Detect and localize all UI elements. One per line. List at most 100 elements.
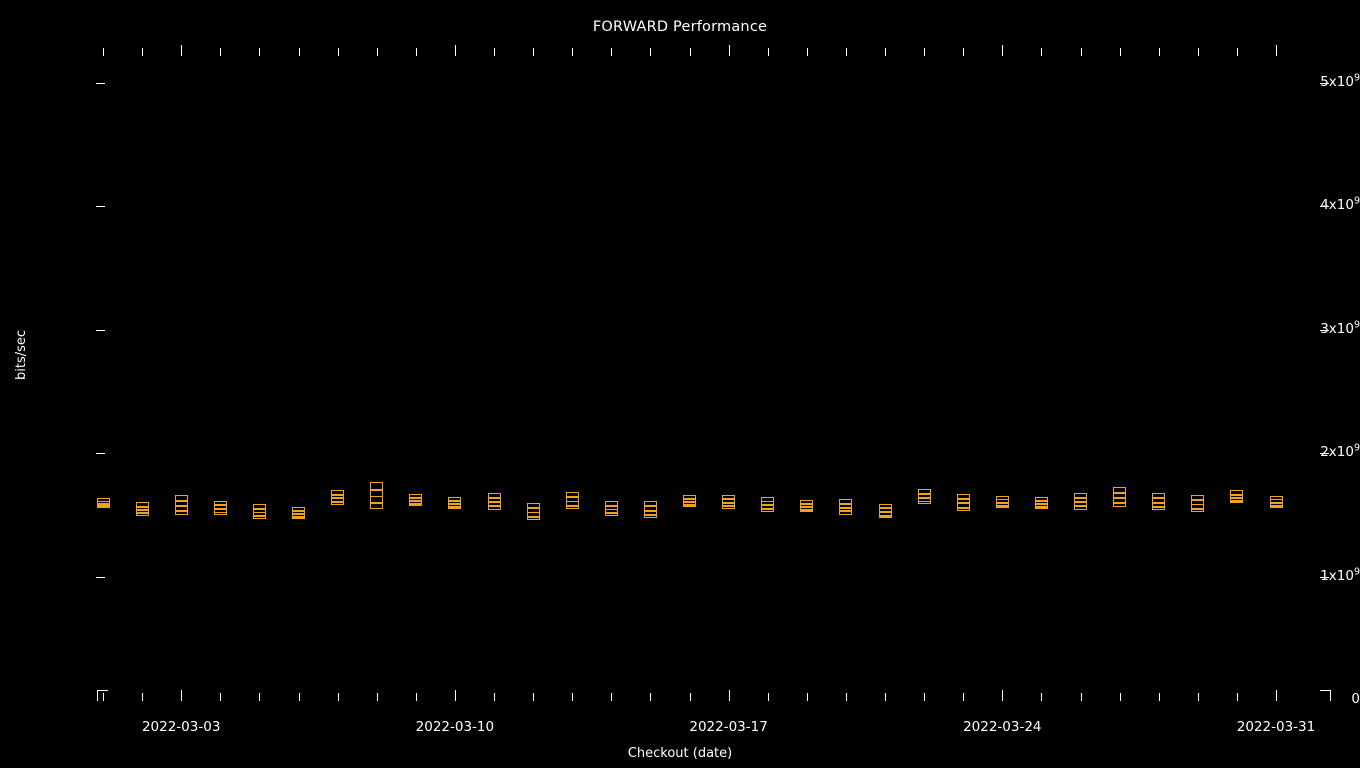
candlestick-marker [722, 494, 736, 510]
x-tick-mark [1158, 693, 1160, 701]
candlestick-marker [1113, 486, 1127, 507]
candlestick-q3-line [722, 498, 736, 500]
candlestick-q3-line [1152, 497, 1166, 500]
candlestick-q1-line [292, 515, 305, 518]
candlestick-marker [1269, 495, 1283, 508]
y-tick-mark [1320, 206, 1329, 207]
x-tick-mark [142, 693, 144, 701]
y-axis-label: bits/sec [14, 329, 29, 380]
x-tick-mark [1197, 48, 1199, 56]
x-tick-mark [337, 693, 339, 701]
candlestick-q1-line [604, 512, 618, 515]
x-tick-mark [885, 693, 886, 701]
candlestick-q3-line [643, 505, 657, 508]
candlestick-q3-line [761, 500, 775, 503]
candlestick-q3-line [1034, 499, 1048, 502]
x-tick-mark [1276, 45, 1277, 56]
x-tick-mark [806, 48, 808, 56]
y-tick-label: 4x109 [1320, 195, 1360, 213]
x-tick-mark [533, 48, 535, 56]
candlestick-median-line [331, 497, 345, 500]
x-tick-mark [572, 693, 574, 701]
candlestick-marker [761, 496, 775, 512]
x-tick-mark [572, 48, 574, 56]
x-tick-mark [259, 693, 261, 701]
candlestick-q1-line [526, 515, 540, 518]
candlestick-median-line [252, 511, 266, 514]
candlestick-marker [331, 490, 345, 505]
candlestick-marker [448, 496, 462, 510]
x-tick-mark [298, 693, 300, 701]
candlestick-q1-line [683, 504, 696, 507]
y-tick-label: 2x109 [1320, 442, 1360, 460]
candlestick-marker [1152, 493, 1166, 511]
candlestick-q3-line [839, 503, 853, 505]
candlestick-q1-line [800, 509, 814, 511]
x-tick-mark [1236, 48, 1238, 56]
candlestick-q3-line [174, 499, 188, 502]
x-tick-mark [963, 693, 965, 701]
x-tick-mark [1119, 48, 1121, 56]
candlestick-q1-line [1230, 499, 1244, 502]
candlestick-median-line [292, 512, 305, 515]
candlestick-median-line [1034, 503, 1048, 505]
candlestick-marker [643, 501, 657, 519]
candlestick-q3-line [370, 488, 384, 491]
candlestick-q3-line [487, 496, 501, 499]
candlestick-q1-line [722, 505, 736, 508]
x-tick-mark [845, 693, 847, 701]
x-tick-mark [845, 48, 847, 56]
x-tick-label: 2022-03-31 [1236, 719, 1316, 735]
candlestick-q3-line [1074, 496, 1087, 499]
candlestick-q3-line [800, 503, 814, 505]
chart-canvas: FORWARD Performance bits/sec Checkout (d… [0, 0, 1360, 768]
candlestick-median-line [683, 501, 696, 503]
candlestick-median-line [213, 507, 227, 510]
candlestick-marker [839, 499, 853, 515]
candlestick-q1-line [1152, 506, 1166, 508]
candlestick-median-line [409, 499, 423, 502]
candlestick-median-line [1191, 503, 1205, 506]
y-tick-mark [96, 329, 105, 331]
candlestick-median-line [448, 503, 462, 505]
candlestick-median-line [135, 509, 149, 511]
y-tick-mark [1320, 453, 1329, 454]
candlestick-q1-line [995, 504, 1009, 507]
x-tick-label: 2022-03-17 [689, 719, 768, 735]
candlestick-q3-line [956, 498, 970, 500]
candlestick-q1-line [174, 509, 188, 512]
y-tick-label: 3x109 [1320, 319, 1360, 337]
candlestick-q1-line [1034, 506, 1048, 508]
x-tick-mark [533, 693, 535, 701]
candlestick-q3-line [135, 506, 149, 508]
y-tick-label: 0 [1351, 691, 1360, 707]
candlestick-q3-line [604, 504, 618, 507]
x-tick-mark [415, 693, 417, 701]
x-tick-mark [1197, 693, 1199, 701]
x-tick-mark [298, 48, 300, 56]
candlestick-q3-line [1113, 491, 1127, 494]
x-tick-mark [689, 693, 691, 701]
x-tick-mark [1002, 45, 1004, 56]
candlestick-q3-line [252, 507, 266, 510]
candlestick-marker [213, 500, 227, 516]
candlestick-q1-line [1113, 501, 1127, 504]
x-tick-mark [494, 693, 495, 701]
y-tick-mark [96, 82, 105, 84]
candlestick-q1-line [839, 510, 853, 513]
candlestick-marker [995, 495, 1009, 508]
candlestick-q1-line [331, 501, 345, 503]
x-tick-mark [767, 693, 769, 701]
candlestick-q1-line [878, 514, 892, 517]
candlestick-median-line [1152, 501, 1166, 504]
candlestick-q1-line [1191, 507, 1205, 510]
x-tick-mark [103, 48, 104, 56]
candlestick-q3-line [1269, 498, 1283, 501]
x-tick-mark [728, 45, 730, 56]
candlestick-q3-line [1230, 493, 1244, 496]
x-tick-mark [611, 48, 613, 56]
axis-corner-bottom-left [97, 690, 108, 701]
x-tick-mark [376, 693, 378, 701]
candlestick-q1-line [96, 505, 110, 508]
candlestick-marker [1191, 494, 1205, 513]
